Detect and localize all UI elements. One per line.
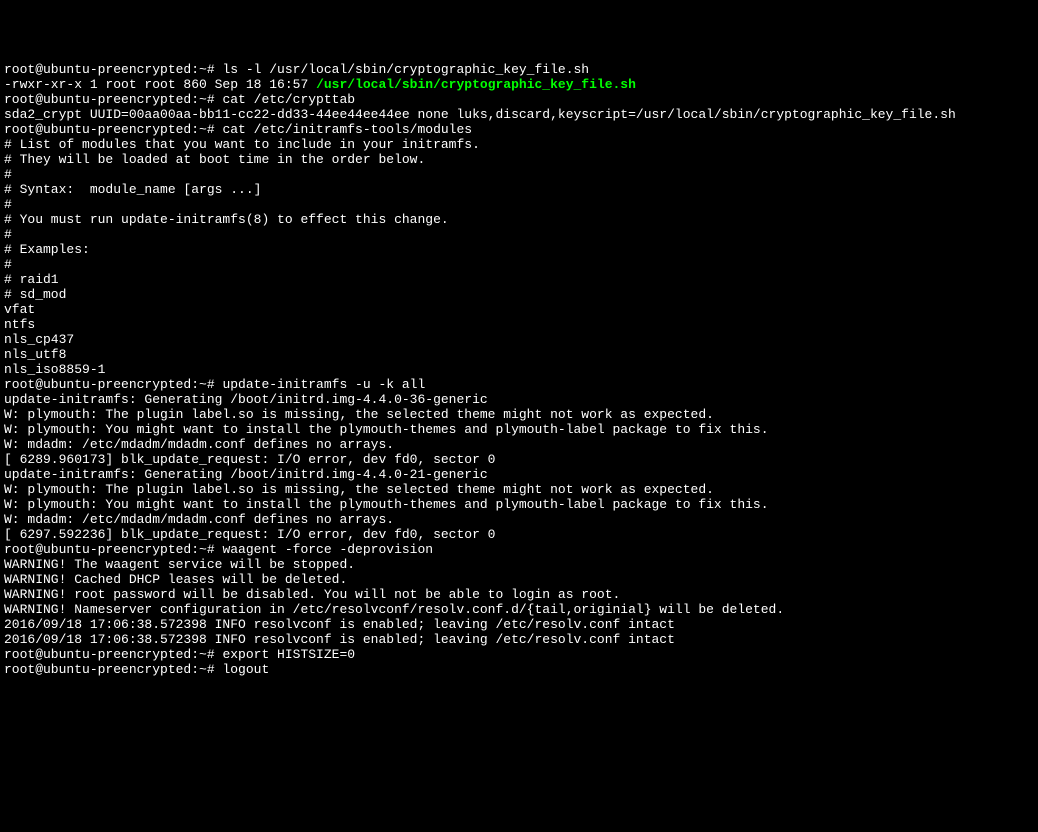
terminal-output: sda2_crypt UUID=00aa00aa-bb11-cc22-dd33-… bbox=[4, 107, 1034, 122]
file-content-comment: # List of modules that you want to inclu… bbox=[4, 137, 1034, 152]
file-content-module: ntfs bbox=[4, 317, 1034, 332]
terminal-output-warning: W: plymouth: The plugin label.so is miss… bbox=[4, 482, 1034, 497]
terminal-output-warning: WARNING! Nameserver configuration in /et… bbox=[4, 602, 1034, 617]
terminal-line: root@ubuntu-preencrypted:~# export HISTS… bbox=[4, 647, 1034, 662]
file-content-module: nls_cp437 bbox=[4, 332, 1034, 347]
terminal-output-warning: WARNING! root password will be disabled.… bbox=[4, 587, 1034, 602]
terminal-window[interactable]: root@ubuntu-preencrypted:~# ls -l /usr/l… bbox=[4, 62, 1034, 757]
shell-prompt: root@ubuntu-preencrypted:~# bbox=[4, 62, 222, 77]
ls-output-perms: -rwxr-xr-x 1 root root 860 Sep 18 16:57 bbox=[4, 77, 316, 92]
file-content-comment: # Syntax: module_name [args ...] bbox=[4, 182, 1034, 197]
terminal-output-kernel: [ 6297.592236] blk_update_request: I/O e… bbox=[4, 527, 1034, 542]
terminal-output-warning: W: plymouth: You might want to install t… bbox=[4, 422, 1034, 437]
terminal-output-warning: W: plymouth: The plugin label.so is miss… bbox=[4, 407, 1034, 422]
ls-output-filename: /usr/local/sbin/cryptographic_key_file.s… bbox=[316, 77, 636, 92]
terminal-output-warning: W: plymouth: You might want to install t… bbox=[4, 497, 1034, 512]
file-content-comment: # bbox=[4, 227, 1034, 242]
shell-prompt: root@ubuntu-preencrypted:~# bbox=[4, 122, 222, 137]
shell-prompt: root@ubuntu-preencrypted:~# bbox=[4, 662, 222, 677]
shell-prompt: root@ubuntu-preencrypted:~# bbox=[4, 92, 222, 107]
terminal-output-warning: W: mdadm: /etc/mdadm/mdadm.conf defines … bbox=[4, 437, 1034, 452]
terminal-output: update-initramfs: Generating /boot/initr… bbox=[4, 392, 1034, 407]
file-content-comment: # raid1 bbox=[4, 272, 1034, 287]
terminal-line: root@ubuntu-preencrypted:~# cat /etc/cry… bbox=[4, 92, 1034, 107]
shell-prompt: root@ubuntu-preencrypted:~# bbox=[4, 647, 222, 662]
terminal-output: update-initramfs: Generating /boot/initr… bbox=[4, 467, 1034, 482]
file-content-module: nls_utf8 bbox=[4, 347, 1034, 362]
file-content-module: nls_iso8859-1 bbox=[4, 362, 1034, 377]
terminal-line: root@ubuntu-preencrypted:~# cat /etc/ini… bbox=[4, 122, 1034, 137]
file-content-comment: # sd_mod bbox=[4, 287, 1034, 302]
terminal-output-info: 2016/09/18 17:06:38.572398 INFO resolvco… bbox=[4, 632, 1034, 647]
file-content-comment: # bbox=[4, 197, 1034, 212]
file-content-comment: # bbox=[4, 257, 1034, 272]
command-text: ls -l /usr/local/sbin/cryptographic_key_… bbox=[222, 62, 589, 77]
command-text: cat /etc/initramfs-tools/modules bbox=[222, 122, 472, 137]
terminal-line: root@ubuntu-preencrypted:~# logout bbox=[4, 662, 1034, 677]
terminal-output-warning: WARNING! Cached DHCP leases will be dele… bbox=[4, 572, 1034, 587]
terminal-line: root@ubuntu-preencrypted:~# update-initr… bbox=[4, 377, 1034, 392]
terminal-line: root@ubuntu-preencrypted:~# ls -l /usr/l… bbox=[4, 62, 1034, 77]
command-text: waagent -force -deprovision bbox=[222, 542, 433, 557]
file-content-module: vfat bbox=[4, 302, 1034, 317]
shell-prompt: root@ubuntu-preencrypted:~# bbox=[4, 377, 222, 392]
command-text: logout bbox=[222, 662, 269, 677]
terminal-output-warning: W: mdadm: /etc/mdadm/mdadm.conf defines … bbox=[4, 512, 1034, 527]
terminal-line: root@ubuntu-preencrypted:~# waagent -for… bbox=[4, 542, 1034, 557]
terminal-line: -rwxr-xr-x 1 root root 860 Sep 18 16:57 … bbox=[4, 77, 1034, 92]
terminal-output-kernel: [ 6289.960173] blk_update_request: I/O e… bbox=[4, 452, 1034, 467]
file-content-comment: # Examples: bbox=[4, 242, 1034, 257]
command-text: export HISTSIZE=0 bbox=[222, 647, 355, 662]
file-content-comment: # You must run update-initramfs(8) to ef… bbox=[4, 212, 1034, 227]
command-text: update-initramfs -u -k all bbox=[222, 377, 425, 392]
file-content-comment: # They will be loaded at boot time in th… bbox=[4, 152, 1034, 167]
terminal-output-info: 2016/09/18 17:06:38.572398 INFO resolvco… bbox=[4, 617, 1034, 632]
file-content-comment: # bbox=[4, 167, 1034, 182]
command-text: cat /etc/crypttab bbox=[222, 92, 355, 107]
shell-prompt: root@ubuntu-preencrypted:~# bbox=[4, 542, 222, 557]
terminal-output-warning: WARNING! The waagent service will be sto… bbox=[4, 557, 1034, 572]
